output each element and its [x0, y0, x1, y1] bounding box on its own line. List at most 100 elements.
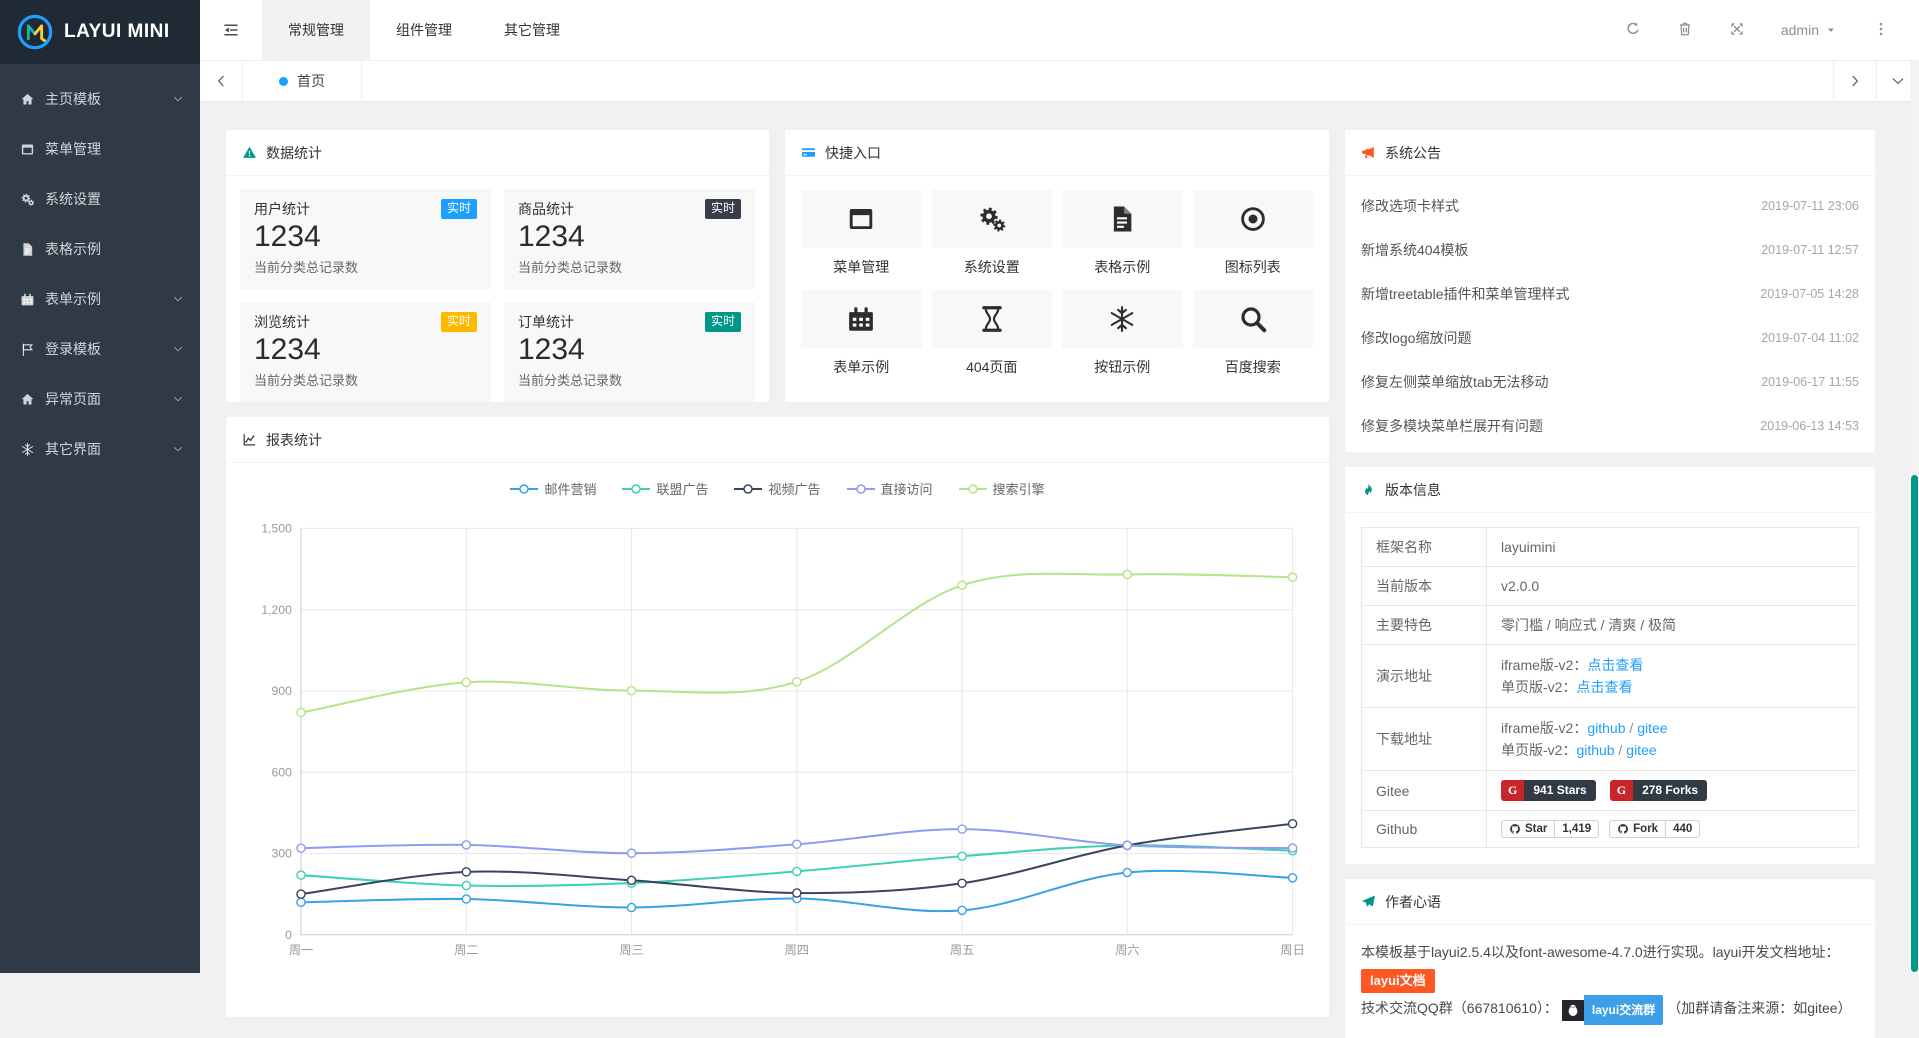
quick-entry-系统设置[interactable]: 系统设置	[932, 190, 1053, 277]
notice-item[interactable]: 修复左侧菜单缩放tab无法移动2019-06-17 11:55	[1361, 360, 1859, 404]
sidebar-item-登录模板[interactable]: 登录模板	[0, 324, 200, 374]
link-gitee[interactable]: gitee	[1626, 742, 1656, 758]
legend-marker-icon	[734, 483, 762, 495]
quick-entry-tile	[801, 290, 922, 348]
svg-text:300: 300	[272, 847, 293, 861]
chart-legend: 邮件营销 联盟广告 视频广告 直接访问 搜索引擎	[226, 463, 1329, 498]
svg-text:1,200: 1,200	[261, 603, 292, 617]
card-version-info-header: 版本信息	[1345, 467, 1875, 513]
more-actions-button[interactable]	[1873, 21, 1889, 40]
quick-entry-label: 系统设置	[932, 257, 1053, 277]
svg-text:周四: 周四	[785, 943, 809, 957]
trash-button[interactable]	[1677, 21, 1693, 40]
notice-text: 修改logo缩放问题	[1361, 328, 1471, 348]
gears-icon	[977, 204, 1007, 234]
stat-desc: 当前分类总记录数	[254, 257, 477, 276]
chevron-down-icon	[172, 93, 184, 105]
qq-group-badge[interactable]: layui交流群	[1562, 995, 1663, 1025]
legend-item-联盟广告[interactable]: 联盟广告	[622, 479, 708, 498]
legend-marker-icon	[510, 483, 538, 495]
notice-text: 修复左侧菜单缩放tab无法移动	[1361, 372, 1548, 392]
github-badge-action: Star	[1525, 823, 1547, 835]
stat-value: 1234	[254, 333, 477, 367]
link-点击查看[interactable]: 点击查看	[1576, 679, 1632, 695]
main-area: 常规管理组件管理其它管理 admin 首页	[200, 0, 1919, 973]
header-tab-常规管理[interactable]: 常规管理	[262, 0, 370, 60]
expand-button[interactable]	[1729, 21, 1745, 40]
sidebar-item-表格示例[interactable]: 表格示例	[0, 224, 200, 274]
stat-badge: 实时	[705, 312, 741, 332]
sidebar-item-异常页面[interactable]: 异常页面	[0, 374, 200, 424]
version-table: 框架名称layuimini当前版本v2.0.0主要特色零门槛 / 响应式 / 清…	[1361, 527, 1859, 848]
snowflake-icon	[20, 442, 35, 457]
sidebar-item-表单示例[interactable]: 表单示例	[0, 274, 200, 324]
legend-item-搜索引擎[interactable]: 搜索引擎	[959, 479, 1045, 498]
notice-text: 新增treetable插件和菜单管理样式	[1361, 284, 1569, 304]
link-github[interactable]: github	[1587, 720, 1625, 736]
quick-entry-表单示例[interactable]: 表单示例	[801, 290, 922, 377]
quick-entry-tile	[1193, 190, 1314, 248]
sidebar-item-label: 表单示例	[45, 289, 172, 309]
gitee-logo: G	[1610, 780, 1633, 801]
octocat-icon	[1509, 823, 1521, 835]
gitee-badge[interactable]: G941 Stars	[1501, 780, 1596, 801]
quick-entry-图标列表[interactable]: 图标列表	[1193, 190, 1314, 277]
scrollbar-thumb[interactable]	[1911, 475, 1918, 972]
quick-entry-label: 404页面	[932, 357, 1053, 377]
stat-box-top: 浏览统计实时	[254, 312, 477, 332]
sidebar-item-主页模板[interactable]: 主页模板	[0, 74, 200, 124]
version-row-label: Gitee	[1362, 771, 1487, 811]
notice-item[interactable]: 新增treetable插件和菜单管理样式2019-07-05 14:28	[1361, 272, 1859, 316]
sidebar-item-其它界面[interactable]: 其它界面	[0, 424, 200, 474]
header-tab-组件管理[interactable]: 组件管理	[370, 0, 478, 60]
quick-entry-label: 菜单管理	[801, 257, 922, 277]
github-fork-badge[interactable]: Fork440	[1609, 820, 1700, 838]
notice-item[interactable]: 新增系统404模板2019-07-11 12:57	[1361, 228, 1859, 272]
github-badge-count: 440	[1666, 820, 1700, 838]
user-dropdown[interactable]: admin	[1781, 22, 1837, 38]
link-prefix: iframe版-v2：	[1501, 720, 1587, 736]
notice-item[interactable]: 修改logo缩放问题2019-07-04 11:02	[1361, 316, 1859, 360]
sidebar-toggle-button[interactable]	[200, 0, 262, 60]
tab-home[interactable]: 首页	[243, 61, 362, 101]
left-column: 数据统计 用户统计实时1234当前分类总记录数商品统计实时1234当前分类总记录…	[226, 130, 1329, 1017]
sidebar-item-系统设置[interactable]: 系统设置	[0, 174, 200, 224]
tab-scroll-left-button[interactable]	[200, 61, 243, 101]
link-gitee[interactable]: gitee	[1637, 720, 1667, 736]
tab-scroll-right-button[interactable]	[1833, 61, 1876, 101]
refresh-button[interactable]	[1625, 21, 1641, 40]
github-star-badge[interactable]: Star1,419	[1501, 820, 1599, 838]
svg-text:周日: 周日	[1280, 943, 1304, 957]
stat-value: 1234	[254, 220, 477, 254]
quick-entry-菜单管理[interactable]: 菜单管理	[801, 190, 922, 277]
header-tab-其它管理[interactable]: 其它管理	[478, 0, 586, 60]
link-github[interactable]: github	[1576, 742, 1614, 758]
sidebar-item-菜单管理[interactable]: 菜单管理	[0, 124, 200, 174]
stat-desc: 当前分类总记录数	[254, 370, 477, 389]
notice-item[interactable]: 修改选项卡样式2019-07-11 23:06	[1361, 184, 1859, 228]
link-点击查看[interactable]: 点击查看	[1587, 657, 1643, 673]
quick-entry-按钮示例[interactable]: 按钮示例	[1062, 290, 1183, 377]
chevron-right-icon	[1848, 74, 1862, 88]
quick-entry-label: 表单示例	[801, 357, 922, 377]
version-row-label: Github	[1362, 811, 1487, 848]
legend-item-邮件营销[interactable]: 邮件营销	[510, 479, 596, 498]
card-author-words-header: 作者心语	[1345, 879, 1875, 925]
right-column: 系统公告 修改选项卡样式2019-07-11 23:06新增系统404模板201…	[1345, 130, 1875, 1038]
svg-text:周二: 周二	[454, 943, 478, 957]
stat-box-top: 用户统计实时	[254, 199, 477, 219]
quick-entry-百度搜索[interactable]: 百度搜索	[1193, 290, 1314, 377]
legend-label: 搜索引擎	[993, 479, 1045, 498]
quick-entry-tile	[1062, 190, 1183, 248]
notice-item[interactable]: 修复多模块菜单栏展开有问题2019-06-13 14:53	[1361, 404, 1859, 448]
version-row-value: v2.0.0	[1487, 567, 1859, 606]
card-report-stats: 报表统计 邮件营销联盟广告视频广告直接访问搜索引擎 03006009001,20…	[226, 417, 1329, 1017]
gitee-badge[interactable]: G278 Forks	[1610, 780, 1707, 801]
stats-grid: 用户统计实时1234当前分类总记录数商品统计实时1234当前分类总记录数浏览统计…	[226, 176, 769, 402]
quick-entry-404页面[interactable]: 404页面	[932, 290, 1053, 377]
home-icon	[20, 92, 35, 107]
legend-item-视频广告[interactable]: 视频广告	[734, 479, 820, 498]
stat-value: 1234	[518, 220, 741, 254]
legend-item-直接访问[interactable]: 直接访问	[847, 479, 933, 498]
quick-entry-表格示例[interactable]: 表格示例	[1062, 190, 1183, 277]
